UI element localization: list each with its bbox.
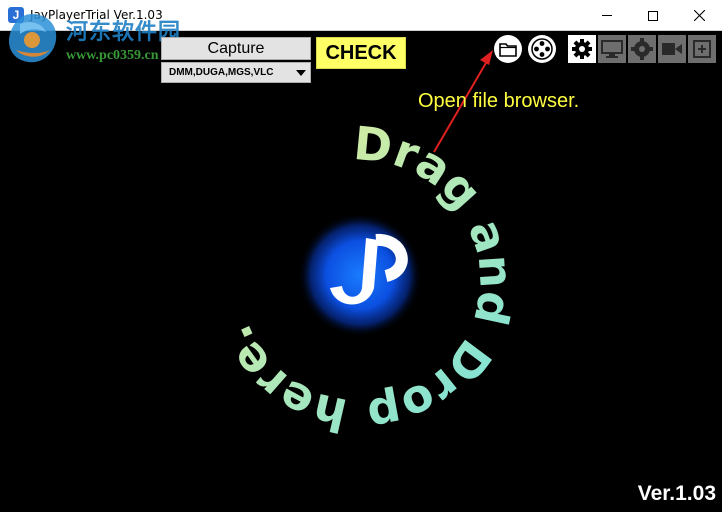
format-select[interactable]: DMM,DUGA,MGS,VLC: [161, 62, 311, 83]
add-window-button[interactable]: [688, 35, 716, 63]
close-button[interactable]: [676, 0, 722, 31]
watermark-url: www.pc0359.cn: [66, 48, 159, 63]
gamepad-button[interactable]: [528, 35, 556, 63]
drop-area[interactable]: Drag and Drop here.: [190, 110, 530, 450]
maximize-button[interactable]: [630, 0, 676, 31]
version-label: Ver.1.03: [637, 482, 716, 505]
capture-button[interactable]: Capture: [161, 37, 311, 60]
settings-button[interactable]: [568, 35, 596, 63]
display-settings-button[interactable]: [628, 35, 656, 63]
chevron-down-icon: [296, 70, 306, 76]
close-icon: [693, 10, 705, 21]
video-camera-icon: [662, 43, 682, 55]
logo-glow: [298, 213, 422, 337]
monitor-button[interactable]: [598, 35, 626, 63]
monitor-icon: [601, 40, 623, 58]
add-window-icon: [693, 40, 711, 58]
gear-icon: [572, 39, 592, 59]
minimize-button[interactable]: [584, 0, 630, 31]
format-select-value: DMM,DUGA,MGS,VLC: [169, 67, 274, 78]
gamepad-icon: [531, 38, 553, 60]
video-camera-button[interactable]: [658, 35, 686, 63]
check-button[interactable]: CHECK: [316, 37, 406, 69]
watermark-logo: [8, 14, 57, 63]
display-settings-icon: [631, 38, 653, 60]
minimize-icon: [602, 15, 612, 16]
folder-icon: [499, 42, 517, 57]
maximize-icon: [648, 10, 658, 21]
